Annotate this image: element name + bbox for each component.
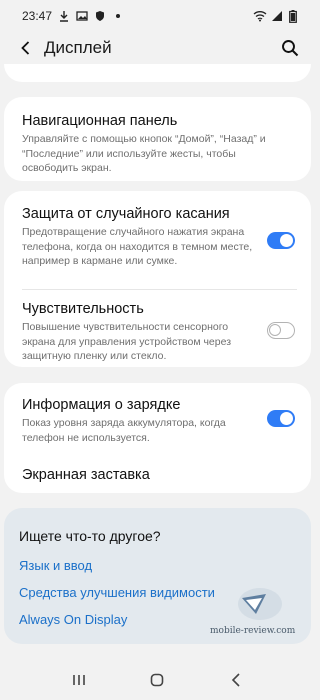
image-icon xyxy=(76,10,88,22)
status-bar: 23:47 xyxy=(0,0,315,32)
toggle-knob xyxy=(269,324,281,336)
charging-info-title: Информация о зарядке xyxy=(22,397,181,413)
back-nav-icon[interactable] xyxy=(222,666,250,694)
sensitivity-title: Чувствительность xyxy=(22,301,144,317)
signal-icon xyxy=(271,10,283,22)
navigation-panel-row[interactable]: Навигационная панель Управляйте с помощь… xyxy=(22,113,291,176)
back-arrow-icon[interactable] xyxy=(16,38,36,58)
accidental-touch-title: Защита от случайного касания xyxy=(22,206,230,222)
charging-card: Информация о зарядке Показ уровня заряда… xyxy=(4,383,311,493)
dot-icon xyxy=(112,10,124,22)
search-icon[interactable] xyxy=(279,37,301,59)
sensitivity-desc: Повышение чувствительности сенсорного эк… xyxy=(22,321,232,363)
suggestions-title: Ищете что-то другое? xyxy=(19,528,161,544)
accidental-touch-row[interactable]: Защита от случайного касания Предотвраще… xyxy=(22,206,257,269)
status-time: 23:47 xyxy=(22,9,53,23)
sensitivity-row[interactable]: Чувствительность Повышение чувствительно… xyxy=(22,301,257,364)
touch-settings-card: Защита от случайного касания Предотвраще… xyxy=(4,191,311,367)
download-icon xyxy=(58,10,70,22)
watermark-text: mobile-review.com xyxy=(210,626,296,636)
always-on-display-link[interactable]: Always On Display xyxy=(19,612,127,627)
charging-info-desc: Показ уровня заряда аккумулятора, когда … xyxy=(22,417,226,444)
status-right xyxy=(253,10,301,23)
accidental-touch-desc: Предотвращение случайного нажатия экрана… xyxy=(22,226,253,268)
system-nav-bar xyxy=(0,660,315,700)
navigation-panel-desc: Управляйте с помощью кнопок “Домой”, “На… xyxy=(22,133,266,175)
toggle-knob xyxy=(280,412,293,425)
navigation-panel-card[interactable]: Навигационная панель Управляйте с помощь… xyxy=(4,97,311,181)
status-left: 23:47 xyxy=(22,9,124,23)
navigation-panel-title: Навигационная панель xyxy=(22,113,178,129)
home-icon[interactable] xyxy=(143,666,171,694)
shield-icon xyxy=(94,10,106,22)
previous-card-sliver xyxy=(4,64,311,82)
visibility-enhancements-link[interactable]: Средства улучшения видимости xyxy=(19,585,215,600)
page-title: Дисплей xyxy=(44,38,112,57)
toggle-knob xyxy=(280,234,293,247)
wifi-icon xyxy=(253,10,267,22)
screensaver-title: Экранная заставка xyxy=(22,467,150,483)
sensitivity-toggle[interactable] xyxy=(267,322,295,339)
divider xyxy=(22,289,297,290)
language-input-link[interactable]: Язык и ввод xyxy=(19,558,92,573)
battery-icon xyxy=(289,10,301,23)
charging-info-toggle[interactable] xyxy=(267,410,295,427)
charging-info-row[interactable]: Информация о зарядке Показ уровня заряда… xyxy=(22,397,257,445)
recents-icon[interactable] xyxy=(65,666,93,694)
app-header: Дисплей xyxy=(0,32,315,64)
accidental-touch-toggle[interactable] xyxy=(267,232,295,249)
screensaver-row[interactable]: Экранная заставка xyxy=(22,467,291,483)
